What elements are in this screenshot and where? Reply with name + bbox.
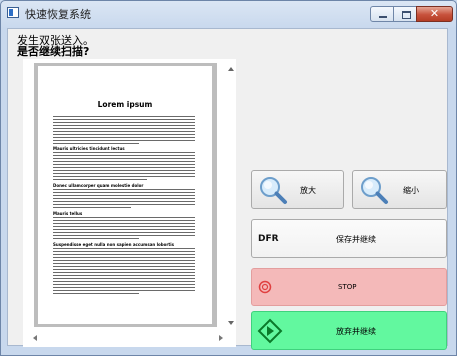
close-icon: ✕ [429, 7, 440, 20]
document-text-line [53, 266, 195, 267]
document-heading: Mauris ultricies tincidunt lectus [53, 146, 125, 151]
document-text-line [53, 251, 195, 252]
document-text-line [53, 195, 195, 196]
document-text-line [53, 217, 195, 218]
document-text-line [53, 189, 195, 190]
magnifier-plus-icon [260, 177, 287, 204]
stop-label: STOP [338, 283, 357, 291]
maximize-button[interactable] [393, 6, 417, 22]
magnifier-minus-icon [361, 177, 388, 204]
document-heading: Suspendisse eget nulla non sapien accums… [53, 242, 175, 247]
document-text-line [53, 155, 195, 156]
document-text-line [53, 128, 195, 129]
document-text-line [53, 152, 195, 153]
document-heading: Donec ullamcorper quam molestie dolor [53, 183, 144, 188]
stop-button[interactable]: STOP [251, 268, 447, 306]
document-text-line [53, 122, 195, 123]
document-text-line [53, 116, 195, 117]
document-text-line [53, 257, 195, 258]
scroll-up-arrow-icon[interactable] [228, 67, 234, 71]
prompt-line-2: 是否继续扫描? [17, 45, 90, 58]
document-text-line [53, 269, 195, 270]
horizontal-scrollbar[interactable] [25, 331, 226, 345]
document-heading: Mauris tellus [53, 211, 83, 216]
diamond-arrow-icon [257, 318, 283, 344]
stop-icon [258, 280, 272, 294]
document-text-line [53, 134, 195, 135]
document-title: Lorem ipsum [97, 100, 153, 109]
document-text-line [53, 281, 195, 282]
document-text-line [53, 140, 195, 141]
document-text-line [53, 198, 195, 199]
document-text-line [53, 232, 195, 233]
document-text-line [53, 137, 195, 138]
zoom-in-label: 放大 [300, 186, 316, 195]
document-text-line [53, 220, 195, 221]
document-text-line [53, 229, 195, 230]
document-text-line [53, 192, 195, 193]
scroll-left-arrow-icon[interactable] [33, 335, 37, 341]
window-title: 快速恢复系统 [25, 8, 91, 21]
zoom-out-button[interactable]: 缩小 [352, 170, 447, 209]
document-text-line [53, 179, 147, 180]
document-text-line [53, 272, 195, 273]
scroll-down-arrow-icon[interactable] [228, 321, 234, 325]
document-text-line [53, 290, 195, 291]
scanned-page: Lorem ipsum Mauris ultricies tincidunt l… [34, 63, 217, 327]
document-text-line [53, 226, 195, 227]
close-button[interactable]: ✕ [416, 6, 453, 22]
document-text-line [53, 125, 195, 126]
title-bar[interactable]: 快速恢复系统 ✕ [0, 0, 455, 26]
document-text-line [53, 263, 195, 264]
document-text-line [53, 119, 195, 120]
document-text-line [53, 260, 195, 261]
minimize-button[interactable] [370, 6, 394, 22]
document-text-line [53, 173, 195, 174]
document-text-line [53, 176, 195, 177]
document-text-line [53, 164, 195, 165]
document-text-line [53, 158, 195, 159]
document-text-line [53, 201, 195, 202]
document-text-line [53, 161, 195, 162]
vertical-scrollbar[interactable] [226, 61, 236, 329]
save-and-continue-button[interactable]: DFR 保存并继续 [251, 219, 447, 258]
document-text-line [53, 223, 195, 224]
document-text-line [53, 170, 195, 171]
app-icon [7, 7, 19, 18]
document-text-line [53, 254, 195, 255]
document-text-line [53, 248, 195, 249]
scroll-right-arrow-icon[interactable] [219, 335, 223, 341]
document-text-line [53, 238, 139, 239]
document-text-line [53, 143, 139, 144]
scanned-page-content: Lorem ipsum Mauris ultricies tincidunt l… [38, 66, 212, 324]
abandon-and-continue-label: 放弃并继续 [336, 327, 376, 336]
abandon-and-continue-button[interactable]: 放弃并继续 [251, 311, 447, 350]
document-text-line [53, 284, 195, 285]
document-text-line [53, 207, 131, 208]
save-and-continue-label: 保存并继续 [336, 235, 376, 244]
document-text-line [53, 167, 195, 168]
document-text-line [53, 278, 195, 279]
dfr-icon: DFR [258, 234, 279, 244]
zoom-in-button[interactable]: 放大 [251, 170, 344, 209]
document-text-line [53, 235, 195, 236]
document-text-line [53, 204, 195, 205]
document-text-line [53, 275, 195, 276]
document-text-line [53, 293, 139, 294]
zoom-out-label: 缩小 [403, 186, 419, 195]
document-text-line [53, 287, 195, 288]
document-text-line [53, 131, 195, 132]
prompt-message: 发生双张送入。 是否继续扫描? [17, 35, 94, 57]
